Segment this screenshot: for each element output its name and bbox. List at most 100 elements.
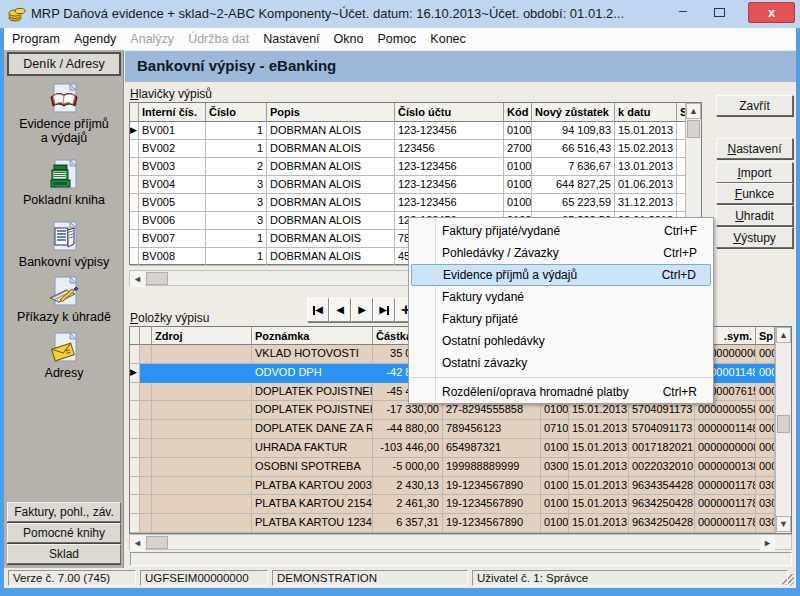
- column-header[interactable]: Interní čís.: [139, 103, 206, 122]
- column-header[interactable]: Popis: [267, 103, 395, 122]
- scroll-left-icon[interactable]: ◄: [130, 535, 145, 551]
- grid-cell: 0000000138: [695, 458, 756, 477]
- grid-cell: 5704091173: [629, 420, 695, 439]
- grid-row[interactable]: PLATBA KARTOU 20032 430,1319-12345678900…: [130, 477, 791, 496]
- close-button[interactable]: x: [748, 2, 795, 23]
- grid-cell: 030: [756, 514, 775, 533]
- menu-item-3: Údržba dat: [182, 30, 255, 48]
- sidebar-item-2[interactable]: Bankovní výpisy: [4, 221, 124, 269]
- context-menu-item-8[interactable]: Rozdělení/oprava hromadné platbyCtrl+R: [411, 381, 711, 403]
- grid-cell: DOBRMAN ALOIS: [267, 194, 395, 212]
- button-zavřít[interactable]: Zavřít: [716, 95, 793, 116]
- maximize-button[interactable]: [704, 0, 734, 24]
- grid-row[interactable]: BV0021DOBRMAN ALOIS123456270066 516,4315…: [130, 140, 701, 158]
- menu-bar: ProgramAgendyAnalýzyÚdržba datNastaveníO…: [4, 28, 796, 50]
- scroll-up-icon[interactable]: ▲: [776, 327, 791, 343]
- nav-first-button[interactable]: ◀: [307, 298, 329, 322]
- column-header[interactable]: Kód: [504, 103, 532, 122]
- menu-item-6[interactable]: Pomoc: [371, 30, 422, 48]
- nav-last-button[interactable]: ▶: [373, 298, 395, 322]
- grid-cell: 27-8294555858: [443, 401, 541, 420]
- context-menu-item-2[interactable]: Evidence příjmů a výdajůCtrl+D: [411, 264, 711, 286]
- context-menu-item-1[interactable]: Pohledávky / ZávazkyCtrl+P: [411, 242, 711, 264]
- grid-cell: [130, 477, 140, 496]
- context-menu-item-5[interactable]: Ostatní pohledávky: [411, 330, 711, 352]
- nav-next-button[interactable]: ▶: [351, 298, 373, 322]
- grid-cell: 030: [756, 477, 775, 496]
- menu-item-0[interactable]: Program: [6, 30, 66, 48]
- scroll-right-icon[interactable]: ►: [760, 535, 775, 551]
- grid-cell: 31.12.2013: [615, 194, 677, 212]
- grid-row[interactable]: DOPLATEK DANE ZA R-44 880,00789456123071…: [130, 420, 791, 439]
- hscroll-thumb[interactable]: [146, 536, 168, 549]
- column-header[interactable]: Číslo účtu: [395, 103, 504, 122]
- grid-cell: 123-123456: [395, 194, 504, 212]
- button-funkce[interactable]: Funkce: [716, 183, 793, 204]
- grid-cell: DOBRMAN ALOIS: [267, 122, 395, 140]
- grid-cell: [130, 458, 140, 477]
- grid-cell: 000: [756, 420, 775, 439]
- context-menu-item-4[interactable]: Faktury přijaté: [411, 308, 711, 330]
- menu-item-2: Analýzy: [124, 30, 180, 48]
- scroll-down-icon[interactable]: ▼: [776, 516, 791, 532]
- grid-cell: 15.01.2013: [569, 420, 629, 439]
- items-grid-vscrollbar[interactable]: ▲▼: [775, 327, 791, 533]
- vscroll-thumb[interactable]: [777, 415, 790, 433]
- scroll-up-icon[interactable]: ▲: [686, 103, 701, 119]
- grid-cell: BV004: [139, 176, 206, 194]
- sidebar-button-1[interactable]: Pomocné knihy: [7, 523, 121, 543]
- sidebar-item-0[interactable]: Evidence příjmůa výdajů: [4, 83, 124, 145]
- grid-row[interactable]: BV0053DOBRMAN ALOIS123-123456010065 223,…: [130, 194, 701, 212]
- scroll-left-icon[interactable]: ◄: [130, 271, 145, 287]
- items-grid-hscrollbar[interactable]: ◄ ►: [129, 534, 792, 550]
- context-menu-item-3[interactable]: Faktury vydané: [411, 286, 711, 308]
- sidebar-header-denik-adresy[interactable]: Deník / Adresy: [7, 52, 121, 76]
- menu-item-7[interactable]: Konec: [424, 30, 471, 48]
- grid-row[interactable]: UHRADA FAKTUR-103 446,00654987321010015.…: [130, 439, 791, 458]
- grid-row[interactable]: BV0032DOBRMAN ALOIS123-12345601007 636,6…: [130, 158, 701, 176]
- grid-row[interactable]: OSOBNI SPOTREBA-5 000,001999888899990300…: [130, 458, 791, 477]
- column-header[interactable]: Sp: [756, 327, 775, 345]
- grid-cell: [130, 514, 140, 533]
- column-header[interactable]: Zdroj: [152, 327, 252, 345]
- grid-cell: 15.01.2013: [569, 477, 629, 496]
- button-výstupy[interactable]: Výstupy: [716, 227, 793, 248]
- column-header[interactable]: [130, 327, 140, 345]
- context-menu-item-0[interactable]: Faktury přijaté/vydanéCtrl+F: [411, 220, 711, 242]
- grid-cell: BV002: [139, 140, 206, 158]
- nav-prev-button[interactable]: ◀: [329, 298, 351, 322]
- grid-cell: BV003: [139, 158, 206, 176]
- menu-item-4[interactable]: Nastavení: [257, 30, 325, 48]
- column-header[interactable]: [140, 327, 152, 345]
- hscroll-thumb[interactable]: [146, 272, 168, 285]
- sidebar-button-0[interactable]: Faktury, pohl., záv.: [7, 502, 121, 522]
- sidebar-item-4[interactable]: Adresy: [4, 332, 124, 380]
- grid-cell: PLATBA KARTOU 2003: [252, 477, 373, 496]
- grid-row[interactable]: DOPLATEK POJISTNEH-17 330,0027-829455585…: [130, 401, 791, 420]
- sidebar-button-2[interactable]: Sklad: [7, 544, 121, 564]
- grid-cell: [130, 248, 139, 266]
- grid-cell: [140, 495, 152, 514]
- sidebar-item-1[interactable]: Pokladní kniha: [4, 159, 124, 207]
- column-header[interactable]: Nový zůstatek: [532, 103, 615, 122]
- column-header[interactable]: Poznámka: [252, 327, 373, 345]
- menu-item-1[interactable]: Agendy: [68, 30, 122, 48]
- grid-cell: BV007: [139, 230, 206, 248]
- grid-row[interactable]: BV0043DOBRMAN ALOIS123-1234560100644 827…: [130, 176, 701, 194]
- button-uhradit[interactable]: Uhradit: [716, 205, 793, 226]
- sidebar-item-3[interactable]: Příkazy k úhradě: [4, 276, 124, 324]
- grid-cell: [130, 401, 140, 420]
- context-menu-item-6[interactable]: Ostatní závazky: [411, 352, 711, 374]
- column-header[interactable]: k datu: [615, 103, 677, 122]
- grid-row[interactable]: PLATBA KARTOU 21542 461,3019-12345678900…: [130, 495, 791, 514]
- minimize-button[interactable]: –: [668, 0, 698, 24]
- grid-row[interactable]: ▶BV0011DOBRMAN ALOIS123-123456010094 109…: [130, 122, 701, 140]
- column-header[interactable]: Číslo: [206, 103, 267, 122]
- button-nastavení[interactable]: Nastavení: [716, 138, 793, 159]
- column-header[interactable]: [130, 103, 139, 122]
- vscroll-thumb[interactable]: [687, 120, 700, 138]
- grid-row[interactable]: PLATBA KARTOU 12346 357,3119-12345678900…: [130, 514, 791, 533]
- menu-item-5[interactable]: Okno: [328, 30, 370, 48]
- button-import[interactable]: Import: [716, 162, 793, 183]
- grid-cell: [140, 345, 152, 364]
